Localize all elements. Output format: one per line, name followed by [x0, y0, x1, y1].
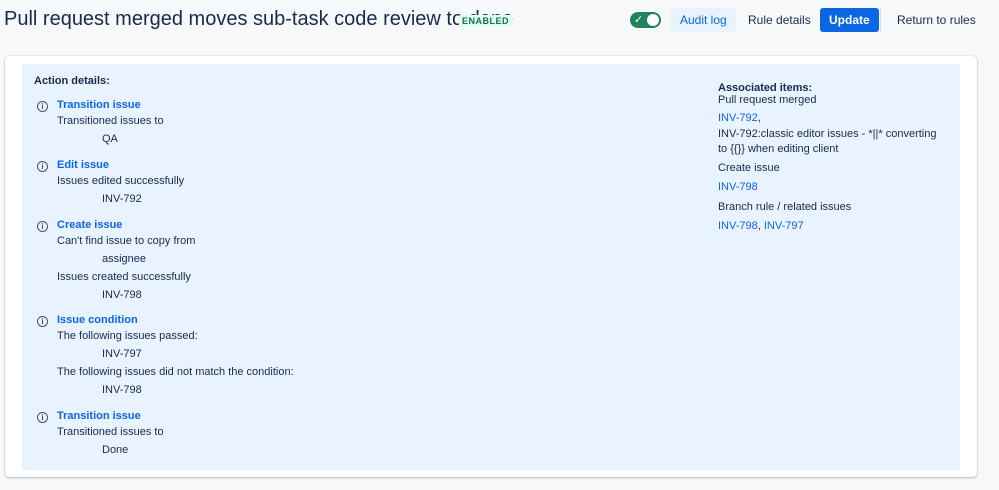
- associated-group-label: Create issue: [718, 162, 780, 174]
- issue-link[interactable]: INV-798: [718, 220, 758, 232]
- action-detail-value: Done: [102, 444, 129, 456]
- action-detail-text: Issues created successfully: [57, 271, 191, 283]
- header-divider: [880, 8, 881, 32]
- link-separator: ,: [757, 220, 761, 232]
- info-icon: i: [37, 316, 48, 327]
- info-icon: i: [37, 101, 48, 112]
- action-detail-value: INV-798: [102, 289, 142, 301]
- issue-description: INV-792:classic editor issues - *||* con…: [718, 128, 937, 140]
- action-detail-value: assignee: [102, 253, 147, 265]
- issue-description: to {{}} when editing client: [718, 143, 839, 155]
- action-title[interactable]: Edit issue: [57, 159, 109, 171]
- associated-items-heading: Associated items:: [718, 82, 813, 94]
- audit-log-button[interactable]: Audit log: [671, 8, 736, 32]
- action-title[interactable]: Issue condition: [57, 314, 138, 326]
- toggle-knob: [647, 14, 659, 26]
- action-detail-text: The following issues passed:: [57, 330, 198, 342]
- associated-issue-row: INV-798: [718, 181, 758, 193]
- action-detail-text: Transitioned issues to: [57, 426, 164, 438]
- return-to-rules-button[interactable]: Return to rules: [888, 8, 985, 32]
- associated-issue-row: INV-792,: [718, 112, 761, 124]
- info-icon: i: [37, 412, 48, 423]
- action-detail-value: QA: [102, 133, 118, 145]
- link-separator: ,: [757, 112, 761, 124]
- rule-details-button[interactable]: Rule details: [739, 8, 820, 32]
- associated-group-label: Branch rule / related issues: [718, 201, 852, 213]
- action-detail-text: Can't find issue to copy from: [57, 235, 196, 247]
- action-detail-text: The following issues did not match the c…: [57, 366, 294, 378]
- action-title[interactable]: Transition issue: [57, 99, 141, 111]
- associated-issue-row: INV-798, INV-797: [718, 220, 804, 232]
- action-title[interactable]: Create issue: [57, 219, 122, 231]
- issue-link[interactable]: INV-797: [764, 220, 804, 232]
- action-title[interactable]: Transition issue: [57, 410, 141, 422]
- page-title: Pull request merged moves sub-task code …: [4, 8, 514, 30]
- info-icon: i: [37, 221, 48, 232]
- update-button[interactable]: Update: [820, 8, 879, 32]
- info-icon: i: [37, 161, 48, 172]
- action-detail-text: Issues edited successfully: [57, 175, 185, 187]
- check-icon: ✓: [634, 14, 644, 26]
- status-badge: ENABLED: [459, 15, 513, 27]
- action-detail-value: INV-797: [102, 348, 142, 360]
- page-header: Pull request merged moves sub-task code …: [0, 0, 999, 42]
- action-detail-value: INV-798: [102, 384, 142, 396]
- action-detail-text: Transitioned issues to: [57, 115, 164, 127]
- issue-link[interactable]: INV-798: [718, 181, 758, 193]
- action-detail-value: INV-792: [102, 193, 142, 205]
- issue-link[interactable]: INV-792: [718, 112, 758, 124]
- rule-enabled-toggle[interactable]: ✓: [630, 12, 661, 28]
- action-details-heading: Action details:: [34, 75, 110, 87]
- associated-group-label: Pull request merged: [718, 94, 817, 106]
